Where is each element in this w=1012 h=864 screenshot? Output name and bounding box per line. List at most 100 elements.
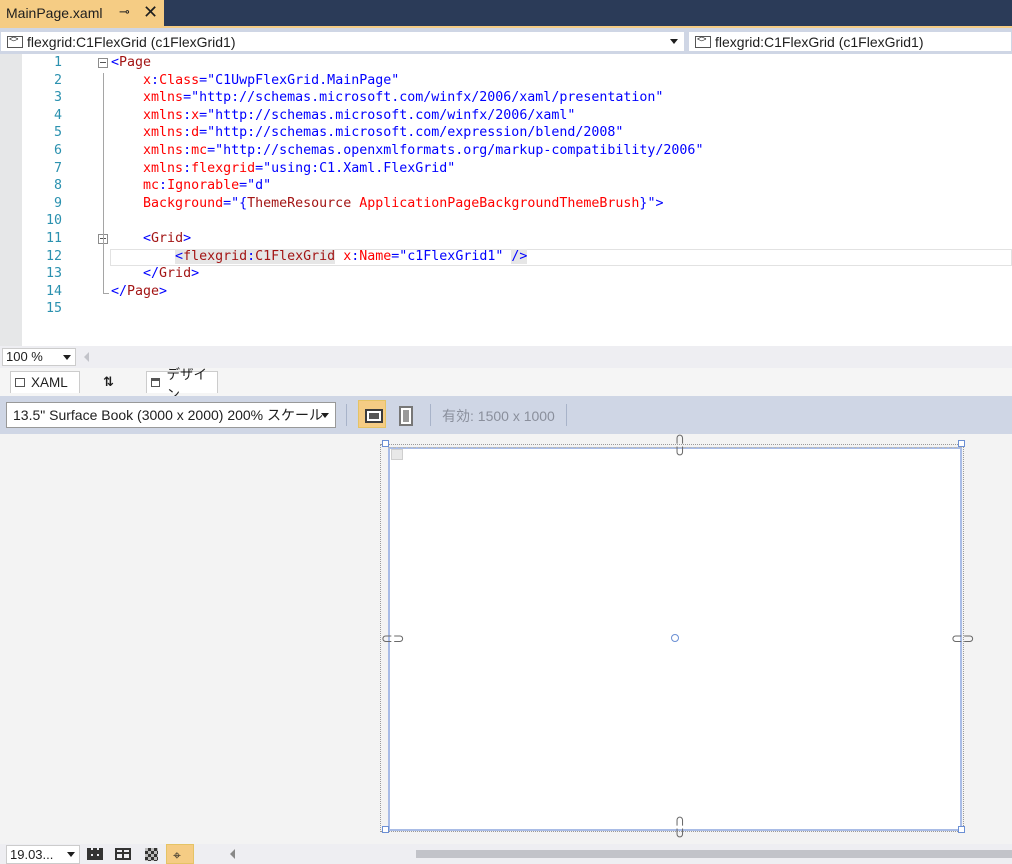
split-view-tabs: XAML ⇅ デザイン bbox=[0, 367, 1012, 402]
snap-to-gridlines-icon: ⌖ bbox=[173, 847, 181, 863]
code-text: xmlns:x="http://schemas.microsoft.com/wi… bbox=[143, 107, 576, 123]
snap-to-gridlines-button[interactable]: ⌖ bbox=[166, 844, 194, 864]
line-number: 4 bbox=[53, 107, 62, 123]
designer-zoom-combo[interactable]: 19.03... bbox=[6, 845, 80, 864]
tab-design[interactable]: デザイン bbox=[146, 367, 218, 402]
chevron-down-icon[interactable] bbox=[63, 355, 71, 360]
code-text: <Grid> bbox=[143, 231, 192, 246]
toggle-artboard-background-button[interactable] bbox=[142, 846, 164, 863]
designer-toolbar: 13.5" Surface Book (3000 x 2000) 200% スケ… bbox=[0, 396, 1012, 434]
scroll-left-icon[interactable] bbox=[230, 849, 235, 859]
xaml-code-editor[interactable]: 1 <Page 2 x:Class="C1UwpFlexGrid.MainPage"… bbox=[0, 54, 1012, 346]
code-line[interactable]: 13 </Grid> bbox=[0, 266, 1012, 284]
device-preview-combo[interactable]: 13.5" Surface Book (3000 x 2000) 200% スケ… bbox=[6, 402, 336, 428]
line-number: 15 bbox=[45, 301, 62, 317]
code-line[interactable]: 8 mc:Ignorable="d" bbox=[0, 178, 1012, 196]
line-number: 6 bbox=[53, 143, 62, 158]
line-number: 3 bbox=[53, 90, 62, 106]
code-line[interactable]: 9 Background="{ThemeResource Application… bbox=[0, 196, 1012, 214]
code-line[interactable]: 12 <flexgrid:C1FlexGrid x:Name="c1FlexGr… bbox=[0, 248, 1012, 267]
scroll-left-icon[interactable] bbox=[84, 352, 89, 362]
chevron-down-icon[interactable] bbox=[670, 39, 678, 44]
document-tab-strip: MainPage.xaml ⊸ ✕ bbox=[0, 0, 1012, 26]
line-number: 10 bbox=[45, 213, 62, 229]
line-number: 14 bbox=[45, 283, 62, 299]
editor-zoom-combo[interactable]: 100 % bbox=[2, 348, 76, 366]
code-line[interactable]: 10 bbox=[0, 213, 1012, 231]
navigation-bar: flexgrid:C1FlexGrid (c1FlexGrid1) flexgr… bbox=[0, 28, 1012, 54]
code-line[interactable]: 7 xmlns:flexgrid="using:C1.Xaml.FlexGrid… bbox=[0, 161, 1012, 179]
code-text: Background="{ThemeResource ApplicationPa… bbox=[143, 195, 664, 211]
code-line[interactable]: 11 <Grid> bbox=[0, 231, 1012, 249]
margin-link-bottom-icon[interactable]: ⊂⊃ bbox=[673, 815, 689, 838]
collapse-icon[interactable] bbox=[98, 58, 108, 68]
pin-icon[interactable]: ⊸ bbox=[119, 4, 130, 20]
device-preview-value: 13.5" Surface Book (3000 x 2000) 200% スケ… bbox=[13, 407, 324, 423]
line-number: 2 bbox=[53, 72, 62, 88]
code-text: x:Class="C1UwpFlexGrid.MainPage" bbox=[143, 72, 400, 88]
element-combo-left[interactable]: flexgrid:C1FlexGrid (c1FlexGrid1) bbox=[0, 31, 685, 52]
designer-zoom-value: 19.03... bbox=[10, 847, 54, 862]
center-anchor[interactable] bbox=[671, 634, 679, 642]
toggle-snap-grid-button[interactable] bbox=[112, 846, 134, 863]
portrait-icon[interactable] bbox=[392, 400, 418, 428]
code-text: mc:Ignorable="d" bbox=[143, 178, 272, 194]
toolbar-separator bbox=[566, 404, 567, 426]
line-number: 9 bbox=[53, 195, 62, 211]
designer-status-bar: 19.03... ⌖ bbox=[0, 844, 1012, 864]
line-number: 8 bbox=[53, 178, 62, 194]
line-number: 13 bbox=[45, 266, 62, 282]
design-view-icon bbox=[151, 378, 161, 387]
margin-link-left-icon[interactable]: ⊂⊃ bbox=[381, 631, 404, 645]
code-text: xmlns="http://schemas.microsoft.com/winf… bbox=[143, 90, 664, 106]
checkerboard-icon bbox=[145, 848, 158, 861]
code-text: <flexgrid:C1FlexGrid x:Name="c1FlexGrid1… bbox=[175, 248, 528, 264]
design-surface[interactable]: ⊂⊃ ⊂⊃ ⊂⊃ ⊂⊃ bbox=[0, 433, 1012, 844]
toolbar-separator bbox=[346, 404, 347, 426]
swap-panes-button[interactable]: ⇅ bbox=[103, 371, 114, 393]
code-line[interactable]: 15 bbox=[0, 301, 1012, 319]
code-text: xmlns:flexgrid="using:C1.Xaml.FlexGrid" bbox=[143, 160, 456, 176]
code-text: <Page bbox=[111, 55, 152, 70]
code-text: </Grid> bbox=[143, 266, 200, 282]
tab-xaml-label: XAML bbox=[31, 375, 68, 390]
code-line[interactable]: 3 xmlns="http://schemas.microsoft.com/wi… bbox=[0, 90, 1012, 108]
line-number: 7 bbox=[53, 160, 62, 176]
code-line[interactable]: 1 <Page bbox=[0, 55, 1012, 73]
grid-corner-handle[interactable] bbox=[391, 449, 403, 460]
element-combo-left-value: flexgrid:C1FlexGrid (c1FlexGrid1) bbox=[27, 33, 236, 50]
code-line[interactable]: 2 x:Class="C1UwpFlexGrid.MainPage" bbox=[0, 73, 1012, 91]
margin-link-top-icon[interactable]: ⊂⊃ bbox=[673, 433, 689, 456]
chevron-down-icon[interactable] bbox=[321, 413, 329, 418]
element-combo-right[interactable]: flexgrid:C1FlexGrid (c1FlexGrid1) bbox=[688, 31, 1012, 52]
resize-handle-bottom-left[interactable] bbox=[382, 826, 389, 833]
document-tab-mainpage[interactable]: MainPage.xaml ⊸ ✕ bbox=[0, 0, 164, 26]
close-icon[interactable]: ✕ bbox=[143, 1, 158, 23]
xaml-element-icon bbox=[7, 34, 23, 48]
resize-handle-top-right[interactable] bbox=[958, 440, 965, 447]
code-line[interactable]: 6 xmlns:mc="http://schemas.openxmlformat… bbox=[0, 143, 1012, 161]
document-tab-title: MainPage.xaml bbox=[6, 5, 103, 21]
tab-xaml[interactable]: XAML bbox=[10, 371, 80, 393]
xaml-element-icon bbox=[695, 34, 711, 48]
code-line[interactable]: 4 xmlns:x="http://schemas.microsoft.com/… bbox=[0, 108, 1012, 126]
swap-icon: ⇅ bbox=[103, 374, 114, 389]
toggle-grid-button[interactable] bbox=[84, 846, 106, 863]
line-number: 5 bbox=[53, 125, 62, 141]
code-text: </Page> bbox=[111, 283, 168, 299]
code-line[interactable]: 14 </Page> bbox=[0, 284, 1012, 302]
margin-link-right-icon[interactable]: ⊂⊃ bbox=[951, 631, 974, 645]
horizontal-scroll-thumb[interactable] bbox=[416, 850, 1012, 858]
xaml-view-icon bbox=[15, 378, 25, 387]
code-line[interactable]: 5 xmlns:d="http://schemas.microsoft.com/… bbox=[0, 125, 1012, 143]
element-combo-right-value: flexgrid:C1FlexGrid (c1FlexGrid1) bbox=[715, 33, 924, 50]
chevron-down-icon[interactable] bbox=[67, 852, 75, 857]
resize-handle-bottom-right[interactable] bbox=[958, 826, 965, 833]
landscape-icon[interactable] bbox=[358, 400, 386, 428]
line-number: 12 bbox=[45, 248, 62, 264]
snap-grid-icon bbox=[115, 848, 131, 860]
toolbar-separator bbox=[430, 404, 431, 426]
editor-zoom-value: 100 % bbox=[6, 349, 43, 364]
resize-handle-top-left[interactable] bbox=[382, 440, 389, 447]
effective-size-label: 有効: 1500 x 1000 bbox=[442, 408, 555, 424]
